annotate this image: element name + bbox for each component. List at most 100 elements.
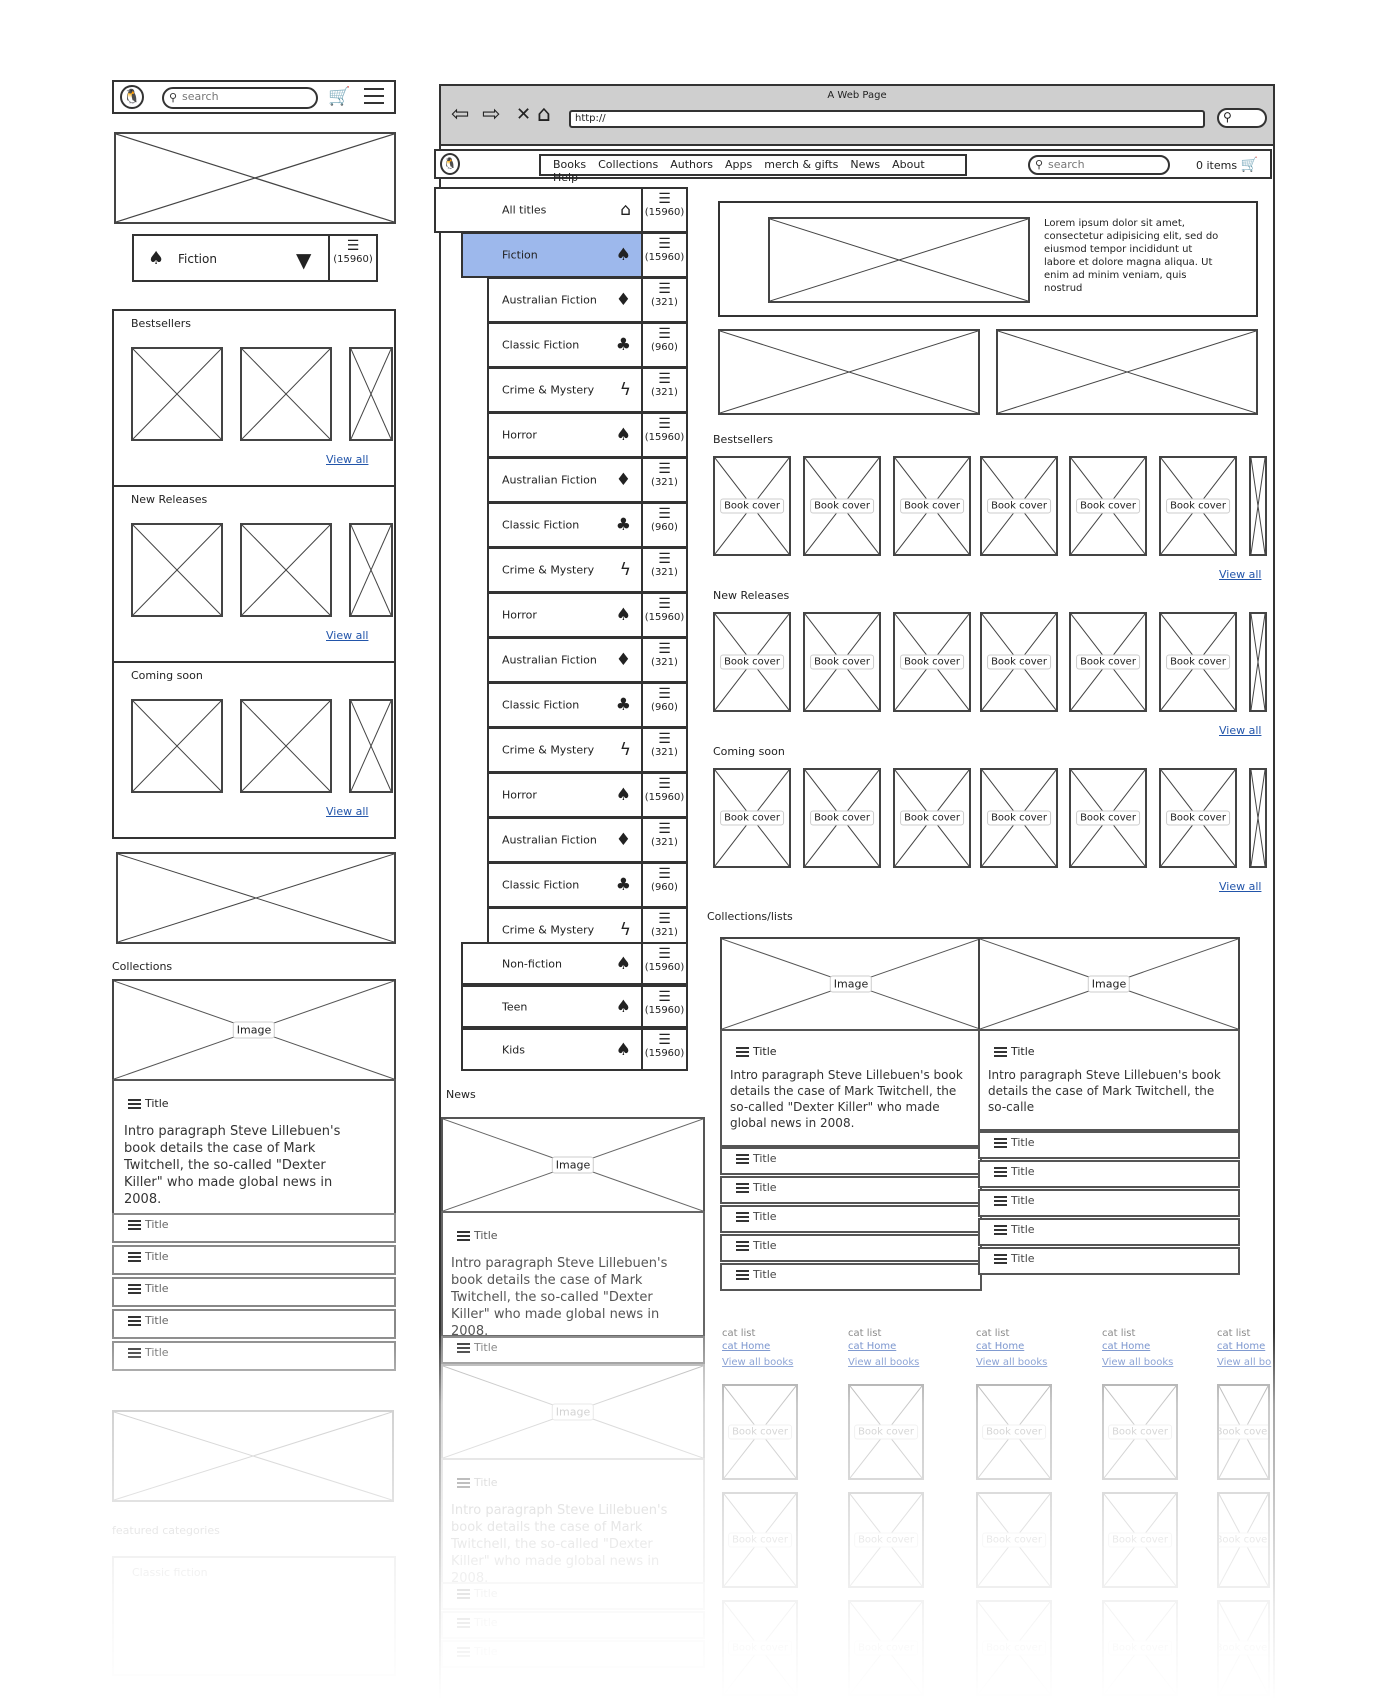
book-cover-placeholder[interactable]: Book cover bbox=[1217, 1492, 1270, 1588]
category-count[interactable]: ☰ (960) bbox=[641, 322, 688, 368]
category-count[interactable]: ☰ (321) bbox=[641, 727, 688, 773]
collection-card[interactable]: Title Intro paragraph Steve Lillebuen's b… bbox=[978, 1029, 1240, 1131]
category-count[interactable]: ☰ (960) bbox=[641, 862, 688, 908]
category-item[interactable]: Horror ♠ bbox=[487, 592, 643, 638]
collection-title-row[interactable]: Title bbox=[112, 1309, 396, 1339]
nav-item[interactable]: Books bbox=[553, 158, 586, 171]
cat-home-link[interactable]: cat Home bbox=[1217, 1341, 1265, 1352]
book-cover-placeholder[interactable]: Book cover bbox=[1159, 612, 1237, 712]
book-cover-placeholder[interactable]: Book cover bbox=[893, 456, 971, 556]
category-item[interactable]: Classic Fiction ♣ bbox=[487, 862, 643, 908]
category-item[interactable]: Australian Fiction ♦ bbox=[487, 277, 643, 323]
home-icon[interactable]: ⌂ bbox=[537, 102, 551, 127]
collection-title-row[interactable]: Title bbox=[978, 1247, 1240, 1275]
view-all-link[interactable]: View all bbox=[1219, 568, 1261, 581]
nav-item[interactable]: merch & gifts bbox=[764, 158, 838, 171]
book-cover-placeholder[interactable]: Book cover bbox=[722, 1384, 798, 1480]
book-cover-placeholder[interactable]: Book cover bbox=[980, 612, 1058, 712]
book-cover-placeholder[interactable] bbox=[131, 347, 223, 441]
book-cover-placeholder[interactable]: Book cover bbox=[893, 612, 971, 712]
book-cover-placeholder[interactable] bbox=[1249, 456, 1267, 556]
book-cover-placeholder[interactable]: Book cover bbox=[1102, 1600, 1178, 1696]
category-item[interactable]: Horror ♠ bbox=[487, 412, 643, 458]
book-cover-placeholder[interactable]: Book cover bbox=[1159, 456, 1237, 556]
category-item[interactable]: Australian Fiction ♦ bbox=[487, 817, 643, 863]
view-all-books-link[interactable]: View all bo bbox=[1217, 1357, 1271, 1368]
book-cover-placeholder[interactable] bbox=[240, 699, 332, 793]
news-title-row[interactable]: Title bbox=[441, 1640, 705, 1668]
book-cover-placeholder[interactable] bbox=[349, 699, 393, 793]
category-item[interactable]: Classic Fiction ♣ bbox=[487, 682, 643, 728]
nav-item[interactable]: About bbox=[892, 158, 925, 171]
book-cover-placeholder[interactable] bbox=[131, 699, 223, 793]
nav-item[interactable]: Apps bbox=[725, 158, 752, 171]
book-cover-placeholder[interactable]: Book cover bbox=[976, 1492, 1052, 1588]
view-all-link[interactable]: View all bbox=[326, 629, 368, 642]
category-count[interactable]: ☰ (321) bbox=[641, 277, 688, 323]
collection-card[interactable]: Title Intro paragraph Steve Lillebuen's b… bbox=[720, 1029, 982, 1147]
category-item[interactable]: Crime & Mystery ϟ bbox=[487, 727, 643, 773]
cat-home-link[interactable]: cat Home bbox=[976, 1341, 1024, 1352]
url-bar[interactable]: http:// bbox=[569, 110, 1205, 128]
penguin-logo-icon[interactable]: 🐧 bbox=[440, 153, 460, 175]
category-count[interactable]: ☰ (321) bbox=[641, 457, 688, 503]
book-cover-placeholder[interactable]: Book cover bbox=[980, 768, 1058, 868]
category-item[interactable]: Crime & Mystery ϟ bbox=[487, 547, 643, 593]
book-cover-placeholder[interactable]: Book cover bbox=[976, 1384, 1052, 1480]
hero-banner[interactable]: Lorem ipsum dolor sit amet, consectetur … bbox=[718, 201, 1258, 317]
book-cover-placeholder[interactable] bbox=[240, 523, 332, 617]
collection-title-row[interactable]: Title bbox=[978, 1218, 1240, 1246]
collection-image[interactable]: Image bbox=[978, 937, 1240, 1031]
category-count[interactable]: ☰ (15960) bbox=[641, 412, 688, 458]
book-cover-placeholder[interactable] bbox=[1249, 612, 1267, 712]
book-cover-placeholder[interactable]: Book cover bbox=[1069, 612, 1147, 712]
book-cover-placeholder[interactable] bbox=[349, 523, 393, 617]
news-title-row[interactable]: Title bbox=[441, 1582, 705, 1610]
mobile-category-select[interactable]: ♠ Fiction ▼ bbox=[132, 234, 330, 282]
view-all-books-link[interactable]: View all books bbox=[722, 1357, 793, 1368]
book-cover-placeholder[interactable]: Book cover bbox=[803, 612, 881, 712]
category-item[interactable]: Non-fiction ♠ bbox=[461, 942, 643, 985]
book-cover-placeholder[interactable]: Book cover bbox=[980, 456, 1058, 556]
book-cover-placeholder[interactable]: Book cover bbox=[722, 1492, 798, 1588]
book-cover-placeholder[interactable]: Book cover bbox=[713, 456, 791, 556]
book-cover-placeholder[interactable] bbox=[240, 347, 332, 441]
category-count[interactable]: ☰ (321) bbox=[641, 817, 688, 863]
featured-category-item[interactable]: Classic fiction bbox=[112, 1556, 396, 1676]
view-all-link[interactable]: View all bbox=[1219, 724, 1261, 737]
category-count[interactable]: ☰ (15960) bbox=[641, 772, 688, 818]
back-arrow-icon[interactable]: ⇦ bbox=[451, 102, 469, 127]
category-item[interactable]: Teen ♠ bbox=[461, 985, 643, 1028]
penguin-logo-icon[interactable]: 🐧 bbox=[120, 85, 144, 109]
category-count[interactable]: ☰ (15960) bbox=[641, 942, 688, 985]
book-cover-placeholder[interactable]: Book cover bbox=[1102, 1384, 1178, 1480]
category-item[interactable]: Classic Fiction ♣ bbox=[487, 322, 643, 368]
category-item[interactable]: Australian Fiction ♦ bbox=[487, 637, 643, 683]
dropdown-arrow-icon[interactable]: ▼ bbox=[296, 248, 311, 272]
site-search-input[interactable]: ⚲ search bbox=[1028, 155, 1170, 175]
category-count[interactable]: ☰ (960) bbox=[641, 502, 688, 548]
news-image-2[interactable]: Image bbox=[441, 1364, 705, 1460]
category-item[interactable]: Fiction ♠ bbox=[461, 232, 643, 278]
collection-image[interactable]: Image bbox=[720, 937, 982, 1031]
category-count[interactable]: ☰ (960) bbox=[641, 682, 688, 728]
promo-image-right[interactable] bbox=[996, 329, 1258, 415]
collection-title-row[interactable]: Title bbox=[112, 1277, 396, 1307]
category-count[interactable]: ☰ (321) bbox=[641, 547, 688, 593]
view-all-link[interactable]: View all bbox=[326, 453, 368, 466]
collection-title-row[interactable]: Title bbox=[112, 1213, 396, 1243]
category-count[interactable]: ☰ (15960) bbox=[641, 985, 688, 1028]
view-all-books-link[interactable]: View all books bbox=[1102, 1357, 1173, 1368]
category-item[interactable]: Crime & Mystery ϟ bbox=[487, 367, 643, 413]
book-cover-placeholder[interactable]: Book cover bbox=[848, 1384, 924, 1480]
collection-title-row[interactable]: Title bbox=[112, 1245, 396, 1275]
collection-title-row[interactable]: Title bbox=[720, 1205, 982, 1233]
collection-title-row[interactable]: Title bbox=[978, 1160, 1240, 1188]
news-card-2[interactable]: Title Intro paragraph Steve Lillebuen's … bbox=[441, 1458, 705, 1586]
book-cover-placeholder[interactable] bbox=[131, 523, 223, 617]
browser-search-field[interactable]: ⚲ bbox=[1217, 108, 1267, 128]
book-cover-placeholder[interactable]: Book cover bbox=[803, 456, 881, 556]
collection-title-row[interactable]: Title bbox=[720, 1234, 982, 1262]
category-count[interactable]: ☰ (15960) bbox=[641, 592, 688, 638]
nav-item[interactable]: Help bbox=[553, 171, 578, 184]
